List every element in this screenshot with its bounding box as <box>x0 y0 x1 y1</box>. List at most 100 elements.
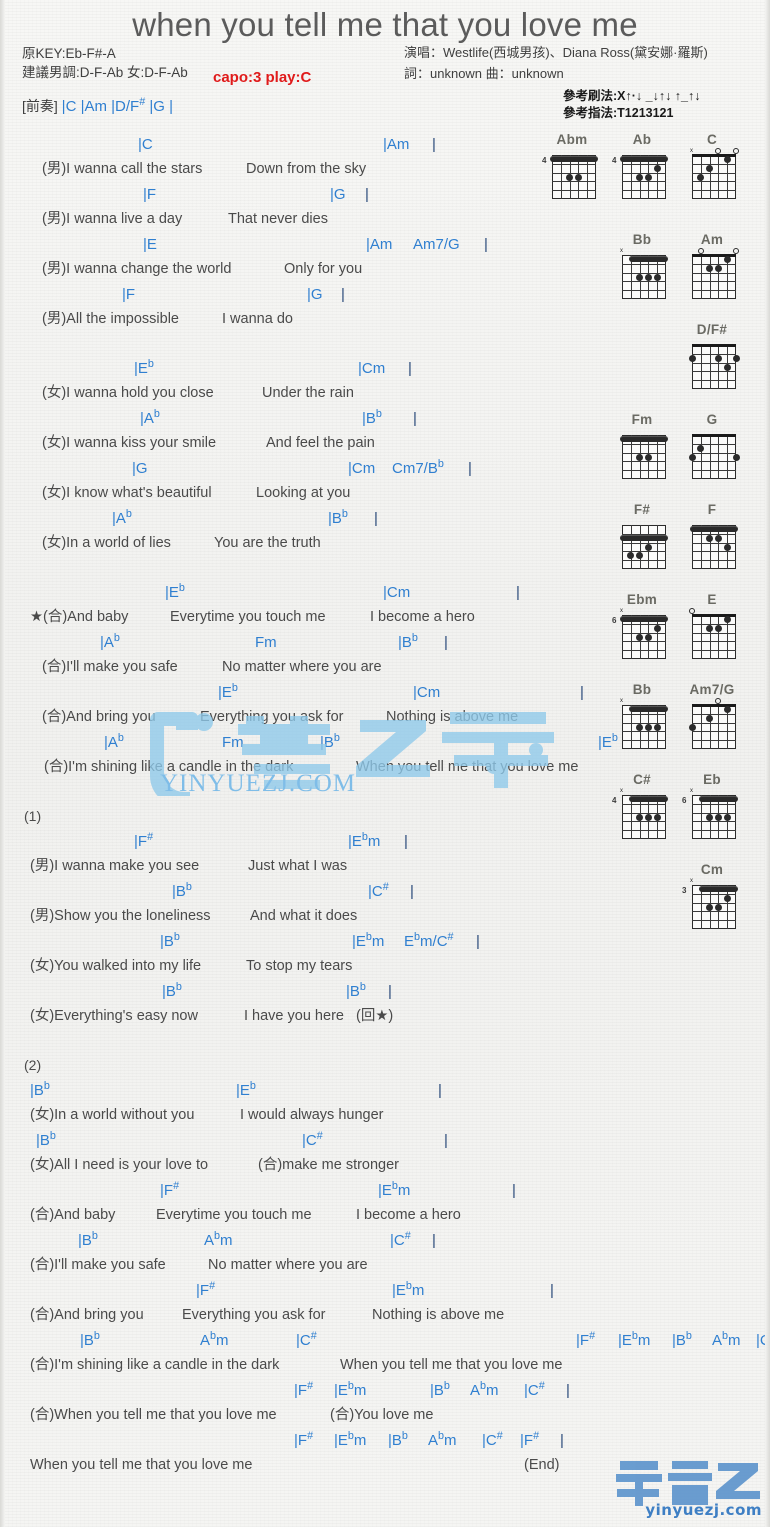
finger-dot <box>714 903 722 911</box>
finger-dot <box>653 813 661 821</box>
chord-diagram-grid <box>686 339 740 389</box>
bar-line: | <box>438 1082 442 1099</box>
chord-symbol: |Ab <box>104 732 124 751</box>
watermark-corner-text: yinyuezj.com <box>645 1501 762 1519</box>
chord-symbol: |Bb <box>362 408 382 427</box>
chord-symbol: |Eb <box>236 1080 256 1099</box>
finger-pattern: 參考指法:T1213121 <box>563 106 674 120</box>
lyric-text: (回★) <box>356 1008 394 1024</box>
page-title: when you tell me that you love me <box>132 6 638 43</box>
lyric-text: No matter where you are <box>208 1257 368 1273</box>
lyric-text: (男)I wanna make you see <box>30 858 200 874</box>
page-edge-left <box>0 0 5 1527</box>
lyric-row: (女)I wanna hold you close Under the rain <box>0 381 770 406</box>
finger-dot <box>732 354 740 362</box>
fret-number: 4 <box>612 156 617 165</box>
chord-diagram-F: F <box>680 502 744 569</box>
lyric-row: (女)Everything's easy now I have you here (… <box>0 1004 770 1029</box>
bar-line: | <box>374 510 378 527</box>
barre-bar <box>620 616 668 623</box>
chord-symbol: |F# <box>294 1380 314 1399</box>
chord-symbol: |C# <box>296 1330 317 1349</box>
fret-number: 4 <box>542 156 547 165</box>
chord-symbol: |Bb <box>30 1080 50 1099</box>
finger-dot <box>644 173 652 181</box>
lyric-text: To stop my tears <box>246 958 353 974</box>
chord-symbol: |Eb <box>218 682 238 701</box>
chord-diagram-C: C# x 4 <box>610 772 674 839</box>
muted-string-marker: x <box>690 148 693 154</box>
lyric-text: And what it does <box>250 908 358 924</box>
chord-symbol: |G <box>330 186 346 203</box>
bar-line: | <box>432 1232 436 1249</box>
chord-row: |BbAbm|C#|F#|Ebm|BbAbm|C# <box>0 1328 770 1353</box>
chord-symbol: Abm <box>470 1380 499 1399</box>
finger-dot <box>723 363 731 371</box>
section-label-row: (2) <box>0 1053 770 1078</box>
chord-diagram-Eb: Eb x 6 <box>680 772 744 839</box>
finger-dot <box>706 264 714 272</box>
chord-symbol: |F# <box>520 1430 540 1449</box>
chord-symbol: |F# <box>196 1280 216 1299</box>
chord-row: |Bb |Eb | <box>0 1078 770 1103</box>
chord-diagram-grid: x <box>616 248 668 299</box>
chord-diagram-grid: 4 <box>542 149 598 199</box>
chord-symbol: |Ebm <box>334 1430 367 1449</box>
lyric-text: I would always hunger <box>240 1107 384 1123</box>
finger-dot <box>714 624 722 632</box>
chord-diagram-grid <box>686 608 738 659</box>
finger-dot <box>644 453 652 461</box>
chord-symbol: |F# <box>134 831 154 850</box>
finger-dot <box>636 453 644 461</box>
chord-diagram-name: E <box>707 592 717 607</box>
chord-diagram-grid: 4 <box>612 149 668 199</box>
chord-symbol: |Bb <box>672 1330 692 1349</box>
chord-diagram-name: F# <box>633 502 651 517</box>
intro-label: [前奏] <box>22 98 58 114</box>
finger-dot <box>714 813 722 821</box>
finger-dot <box>566 173 574 181</box>
bar-line: | <box>444 1132 448 1149</box>
chord-diagram-DF: D/F# <box>680 322 744 389</box>
open-string-marker <box>697 248 704 254</box>
bar-line: | <box>388 983 392 1000</box>
chord-symbol: |Bb <box>162 981 182 1000</box>
lyric-text: Everything you ask for <box>200 709 344 725</box>
finger-dot <box>723 256 731 263</box>
chord-diagram-Abm: Abm 4 <box>540 132 604 199</box>
chord-diagram-name: Fm <box>631 412 653 427</box>
barre-bar <box>550 156 598 163</box>
finger-dot <box>723 813 731 821</box>
lyric-text: I wanna do <box>222 311 293 327</box>
intro-line: [前奏] |C |Am |D/F# |G | <box>22 96 173 116</box>
chord-symbol: |Bb <box>36 1130 56 1149</box>
chord-diagram-grid: x6 <box>612 608 668 659</box>
open-string-marker <box>688 608 695 614</box>
chord-row: |F# |Ebm | <box>0 1278 770 1303</box>
chord-row: |F# |Ebm |Bb Abm |C# | <box>0 1378 770 1403</box>
chord-diagram-G: G <box>680 412 744 479</box>
finger-dot <box>723 616 731 623</box>
chord-diagram-name: F <box>707 502 717 517</box>
chord-symbol: |Ebm <box>334 1380 367 1399</box>
chord-diagram-name: Eb <box>703 772 721 787</box>
chord-symbol: |C <box>138 136 153 153</box>
chord-symbol: |Bb <box>80 1330 100 1349</box>
finger-dot <box>636 273 644 281</box>
chord-symbol: Fm <box>222 734 244 751</box>
chord-diagram-name: Bb <box>632 232 652 247</box>
chord-diagram-Ebm: Ebm x 6 <box>610 592 674 659</box>
lyric-text: (End) <box>524 1457 560 1473</box>
lyric-text: Only for you <box>284 261 363 277</box>
singer-line: 演唱：Westlife(西城男孩)、Diana Ross(黛安娜·羅斯) <box>404 45 708 60</box>
chord-symbol: |C# <box>390 1230 411 1249</box>
barre-bar <box>620 535 668 542</box>
chord-symbol: Abm <box>200 1330 229 1349</box>
finger-dot <box>636 813 644 821</box>
chord-row: |Bb |C# | <box>0 879 770 904</box>
finger-dot <box>723 894 731 902</box>
lyric-text: (女)I know what's beautiful <box>42 485 212 501</box>
finger-dot <box>653 273 661 281</box>
bar-line: | <box>408 360 412 377</box>
chord-diagram-Bb: Bb x <box>610 232 674 299</box>
